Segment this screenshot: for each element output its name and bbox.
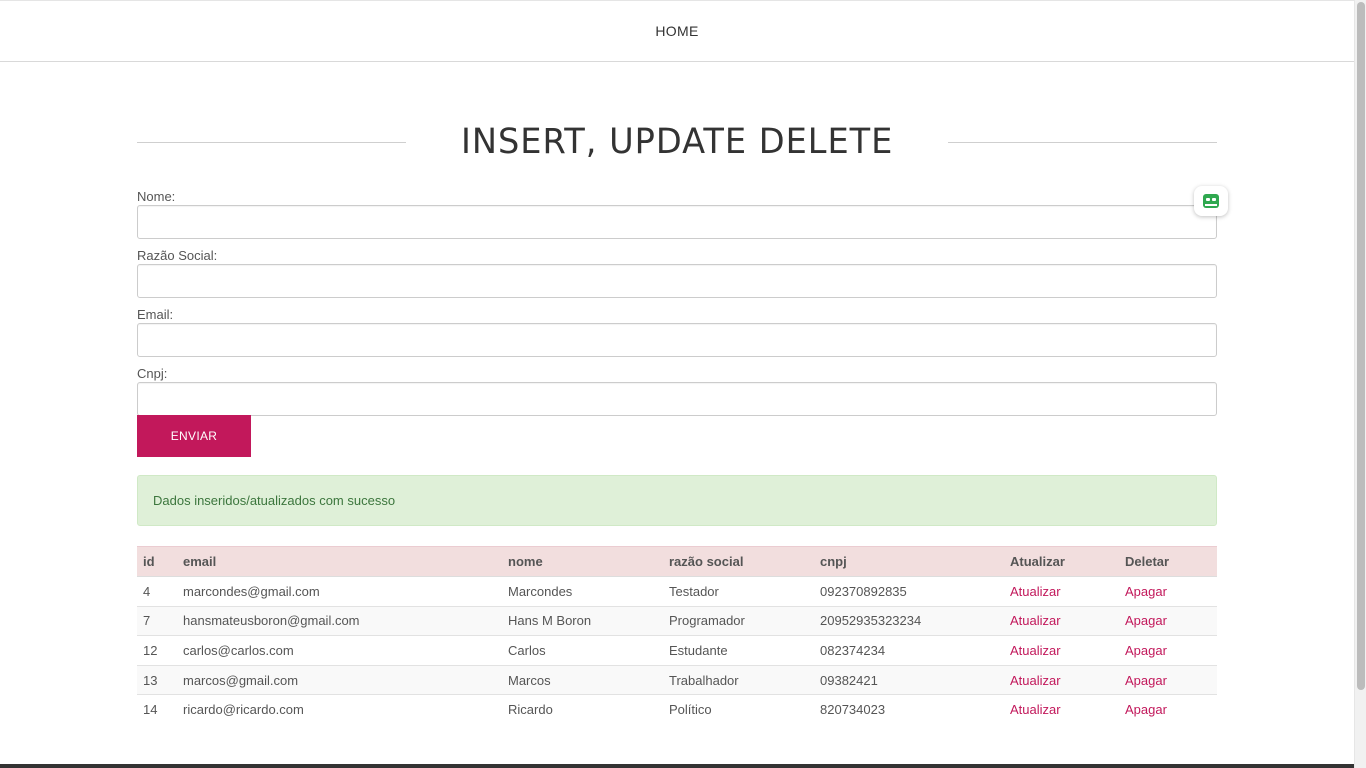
table-row: 7 hansmateusboron@gmail.com Hans M Boron… xyxy=(137,605,1217,636)
cell-id: 4 xyxy=(137,576,177,607)
cell-apagar: Apagar xyxy=(1119,664,1217,695)
field-nome: Nome: xyxy=(137,188,1217,239)
email-input[interactable] xyxy=(137,323,1217,357)
cell-razao-social: Trabalhador xyxy=(663,664,814,695)
cell-apagar: Apagar xyxy=(1119,694,1217,725)
cell-cnpj: 092370892835 xyxy=(814,576,1004,607)
razao-social-label: Razão Social: xyxy=(137,248,218,263)
atualizar-link[interactable]: Atualizar xyxy=(1010,673,1061,688)
field-email: Email: xyxy=(137,306,1217,357)
table-row: 13 marcos@gmail.com Marcos Trabalhador 0… xyxy=(137,664,1217,695)
cell-nome: Marcondes xyxy=(502,576,663,607)
header-id: id xyxy=(137,546,177,577)
cell-nome: Hans M Boron xyxy=(502,605,663,636)
cell-nome: Carlos xyxy=(502,635,663,666)
bottom-edge xyxy=(0,764,1354,768)
cell-id: 13 xyxy=(137,664,177,695)
cell-email: carlos@carlos.com xyxy=(177,635,502,666)
page-scrollbar[interactable] xyxy=(1354,0,1366,768)
header-deletar: Deletar xyxy=(1119,546,1217,577)
cell-id: 12 xyxy=(137,635,177,666)
table-row: 4 marcondes@gmail.com Marcondes Testador… xyxy=(137,576,1217,607)
robot-glyph xyxy=(1203,194,1219,208)
field-razao-social: Razão Social: xyxy=(137,247,1217,298)
cell-razao-social: Político xyxy=(663,694,814,725)
apagar-link[interactable]: Apagar xyxy=(1125,673,1167,688)
cell-nome: Marcos xyxy=(502,664,663,695)
atualizar-link[interactable]: Atualizar xyxy=(1010,613,1061,628)
table-row: 12 carlos@carlos.com Carlos Estudante 08… xyxy=(137,635,1217,666)
top-navbar: HOME xyxy=(0,0,1354,62)
cell-atualizar: Atualizar xyxy=(1004,576,1119,607)
cell-cnpj: 20952935323234 xyxy=(814,605,1004,636)
title-divider-left xyxy=(137,141,406,143)
cell-apagar: Apagar xyxy=(1119,635,1217,666)
cell-apagar: Apagar xyxy=(1119,576,1217,607)
records-table: id email nome razão social cnpj Atualiza… xyxy=(137,546,1217,725)
cell-email: marcos@gmail.com xyxy=(177,664,502,695)
cell-cnpj: 820734023 xyxy=(814,694,1004,725)
robot-icon[interactable] xyxy=(1194,186,1228,216)
cell-razao-social: Estudante xyxy=(663,635,814,666)
atualizar-link[interactable]: Atualizar xyxy=(1010,643,1061,658)
cell-email: marcondes@gmail.com xyxy=(177,576,502,607)
apagar-link[interactable]: Apagar xyxy=(1125,643,1167,658)
page: HOME INSERT, UPDATE DELETE Nome: Razão S… xyxy=(0,0,1366,768)
success-alert-text: Dados inseridos/atualizados com sucesso xyxy=(153,493,396,508)
cell-atualizar: Atualizar xyxy=(1004,664,1119,695)
cell-id: 14 xyxy=(137,694,177,725)
record-form: Nome: Razão Social: Email: Cnpj: xyxy=(137,188,1217,424)
cell-id: 7 xyxy=(137,605,177,636)
title-divider-right xyxy=(948,141,1218,143)
nav-home-link[interactable]: HOME xyxy=(655,23,698,39)
cnpj-input[interactable] xyxy=(137,382,1217,416)
cell-apagar: Apagar xyxy=(1119,605,1217,636)
header-razao-social: razão social xyxy=(663,546,814,577)
table-row: 14 ricardo@ricardo.com Ricardo Político … xyxy=(137,694,1217,725)
header-nome: nome xyxy=(502,546,663,577)
cell-atualizar: Atualizar xyxy=(1004,605,1119,636)
nome-label: Nome: xyxy=(137,189,176,204)
header-email: email xyxy=(177,546,502,577)
cell-razao-social: Programador xyxy=(663,605,814,636)
cell-email: hansmateusboron@gmail.com xyxy=(177,605,502,636)
cell-email: ricardo@ricardo.com xyxy=(177,694,502,725)
apagar-link[interactable]: Apagar xyxy=(1125,702,1167,717)
cell-cnpj: 09382421 xyxy=(814,664,1004,695)
page-title: INSERT, UPDATE DELETE xyxy=(460,122,894,162)
apagar-link[interactable]: Apagar xyxy=(1125,613,1167,628)
apagar-link[interactable]: Apagar xyxy=(1125,584,1167,599)
enviar-button[interactable]: ENVIAR xyxy=(137,415,251,457)
cell-atualizar: Atualizar xyxy=(1004,635,1119,666)
table-header-row: id email nome razão social cnpj Atualiza… xyxy=(137,546,1217,577)
header-cnpj: cnpj xyxy=(814,546,1004,577)
atualizar-link[interactable]: Atualizar xyxy=(1010,702,1061,717)
header-atualizar: Atualizar xyxy=(1004,546,1119,577)
cell-nome: Ricardo xyxy=(502,694,663,725)
atualizar-link[interactable]: Atualizar xyxy=(1010,584,1061,599)
cell-atualizar: Atualizar xyxy=(1004,694,1119,725)
field-cnpj: Cnpj: xyxy=(137,365,1217,416)
cell-razao-social: Testador xyxy=(663,576,814,607)
razao-social-input[interactable] xyxy=(137,264,1217,298)
cell-cnpj: 082374234 xyxy=(814,635,1004,666)
nome-input[interactable] xyxy=(137,205,1217,239)
scrollbar-thumb[interactable] xyxy=(1357,2,1365,690)
page-title-row: INSERT, UPDATE DELETE xyxy=(137,118,1218,166)
email-label: Email: xyxy=(137,307,174,322)
success-alert: Dados inseridos/atualizados com sucesso xyxy=(137,475,1217,526)
cnpj-label: Cnpj: xyxy=(137,366,168,381)
